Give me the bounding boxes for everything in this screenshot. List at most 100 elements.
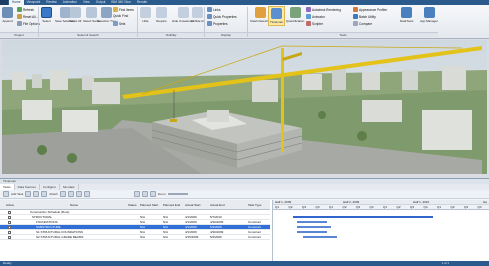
quantification-icon xyxy=(289,7,301,18)
panel-tab-configure[interactable]: Configure xyxy=(40,184,60,190)
gantt-bar[interactable] xyxy=(297,221,327,223)
add-task-icon[interactable] xyxy=(3,191,9,197)
require-button[interactable]: Require xyxy=(156,7,167,23)
properties-button[interactable]: Properties xyxy=(207,21,228,26)
append-icon xyxy=(2,7,13,18)
column-name[interactable]: Name xyxy=(70,203,78,207)
timeliner-icon xyxy=(271,8,283,19)
active-checkbox[interactable] xyxy=(8,211,11,214)
auto-add-icon[interactable] xyxy=(33,191,40,197)
animator-button[interactable]: Animator xyxy=(306,14,325,19)
status-text: Ready xyxy=(3,261,12,265)
planned-gantt-icon[interactable] xyxy=(141,191,148,197)
autodesk-rendering-button[interactable]: Autodesk Rendering xyxy=(306,7,341,12)
appearance-profiler-button[interactable]: Appearance Profiler xyxy=(353,7,387,12)
file-options-button[interactable]: File Options xyxy=(17,21,40,26)
batch-utility-icon xyxy=(353,14,358,19)
datatools-button[interactable]: DataTools xyxy=(400,7,413,23)
sets-icon xyxy=(113,21,118,26)
gantt-quarter-label: Q3 xyxy=(302,205,307,209)
unhide-all-button[interactable]: Unhide All xyxy=(191,7,205,23)
quantification-button[interactable]: Quantification xyxy=(286,7,304,23)
gantt-bar[interactable] xyxy=(297,231,327,233)
construction-site-render xyxy=(2,40,487,174)
actual-gantt-icon[interactable] xyxy=(149,191,156,197)
cell-name: S2 STRUCTURAL GRADE BEAMS xyxy=(36,235,84,239)
group-display[interactable]: Display xyxy=(205,32,247,37)
compare-button[interactable]: Compare xyxy=(353,21,372,26)
app-manager-button[interactable]: App Manager xyxy=(420,7,438,23)
cursor-icon xyxy=(41,7,52,18)
column-active[interactable]: Active xyxy=(6,203,14,207)
panel-tab-tasks[interactable]: Tasks xyxy=(0,184,15,190)
clash-detective-icon xyxy=(255,7,266,18)
column-task-type[interactable]: Task Type xyxy=(248,203,261,207)
select-button[interactable]: Select xyxy=(41,7,52,23)
panel-tab-data-sources[interactable]: Data Sources xyxy=(15,184,40,190)
active-checkbox[interactable] xyxy=(8,216,11,219)
gantt-quarter-label: Q3 xyxy=(410,205,415,209)
gantt-chart[interactable]: Half 1, 2009 Half 2, 2009 Half 1, 2010 Ha Q… xyxy=(272,200,489,262)
sets-dropdown[interactable]: Sets xyxy=(113,21,125,26)
attach-icon[interactable] xyxy=(59,191,66,197)
group-tools[interactable]: Tools xyxy=(248,32,438,37)
group-visibility[interactable]: Visibility xyxy=(138,32,204,37)
unhide-all-icon xyxy=(192,7,204,18)
batch-utility-button[interactable]: Batch Utility xyxy=(353,14,376,19)
gantt-quarter-label: Q4 xyxy=(477,205,482,209)
select-all-button[interactable]: Select All xyxy=(69,7,81,23)
show-gantt-icon[interactable] xyxy=(133,191,140,197)
column-planned-start[interactable]: Planned Start xyxy=(140,203,158,207)
gantt-quarter-header: Q1 Q2 Q3 Q4 Q1 Q2 Q3 Q4 Q1 Q2 Q3 Q4 Q1 Q2 Q3 Q4 xyxy=(273,205,489,210)
timeliner-button[interactable]: TimeLiner xyxy=(268,6,286,26)
panel-tab-simulate[interactable]: Simulate xyxy=(60,184,79,190)
gantt-quarter-label: Q2 xyxy=(288,205,293,209)
zoom-label: Zoom: xyxy=(157,192,167,196)
filter-icon[interactable] xyxy=(75,191,82,197)
zoom-slider[interactable] xyxy=(168,193,189,195)
export-icon[interactable] xyxy=(83,191,90,197)
group-project[interactable]: Project xyxy=(0,32,38,37)
add-task-button[interactable]: Add Task xyxy=(11,192,23,196)
active-checkbox[interactable] xyxy=(8,236,11,239)
quick-properties-button[interactable]: Quick Properties xyxy=(207,14,237,19)
3d-scene-viewport[interactable] xyxy=(2,40,487,174)
gantt-bar[interactable] xyxy=(303,236,337,238)
require-icon xyxy=(156,7,167,18)
gantt-quarter-label: Q4 xyxy=(369,205,374,209)
cell-actual-end: 5/4/2009 xyxy=(210,235,222,239)
navisworks-window: Home Viewpoint Review Animation View Output BI… xyxy=(0,0,489,266)
gantt-bar[interactable] xyxy=(293,216,433,218)
column-planned-end[interactable]: Planned End xyxy=(163,203,180,207)
attach-button[interactable]: Attach xyxy=(49,192,58,196)
find-items-button[interactable]: Find Items xyxy=(113,7,134,12)
refresh-button[interactable]: Refresh xyxy=(17,7,34,12)
quick-find-field[interactable]: Quick Find xyxy=(113,14,128,18)
table-row[interactable]: S2 STRUCTURAL GRADE BEAMS N/A N/A 4/15/2009… xyxy=(0,235,270,240)
gantt-quarter-label: Q1 xyxy=(383,205,388,209)
reset-all-button[interactable]: Reset All... xyxy=(17,14,38,19)
hide-button[interactable]: Hide xyxy=(140,7,151,23)
gantt-bar[interactable] xyxy=(297,226,331,228)
column-actual-start[interactable]: Actual Start xyxy=(185,203,201,207)
append-button[interactable]: Append xyxy=(2,7,13,23)
active-checkbox[interactable] xyxy=(8,231,11,234)
group-select-search[interactable]: Select & Search xyxy=(39,32,137,37)
quick-properties-icon xyxy=(207,14,212,19)
timeliner-panel: TimeLiner Tasks Data Sources Configure Simu… xyxy=(0,178,489,262)
status-bar: Ready 1 of 1 xyxy=(0,261,489,266)
links-button[interactable]: Links xyxy=(207,7,220,12)
column-actual-end[interactable]: Actual End xyxy=(210,203,225,207)
auto-attach-icon[interactable] xyxy=(67,191,74,197)
column-status[interactable]: Status xyxy=(128,203,137,207)
delete-task-icon[interactable] xyxy=(41,191,48,197)
insert-task-icon[interactable] xyxy=(25,191,32,197)
active-checkbox[interactable] xyxy=(8,221,11,224)
reset-icon xyxy=(17,14,22,19)
cell-type: Construct xyxy=(248,235,261,239)
ribbon-panel: Append Refresh Reset All... File Options… xyxy=(0,5,489,39)
scripter-button[interactable]: Scripter xyxy=(306,21,323,26)
active-checkbox[interactable] xyxy=(8,226,11,229)
selection-tree-icon xyxy=(101,7,113,18)
animator-icon xyxy=(306,14,311,19)
